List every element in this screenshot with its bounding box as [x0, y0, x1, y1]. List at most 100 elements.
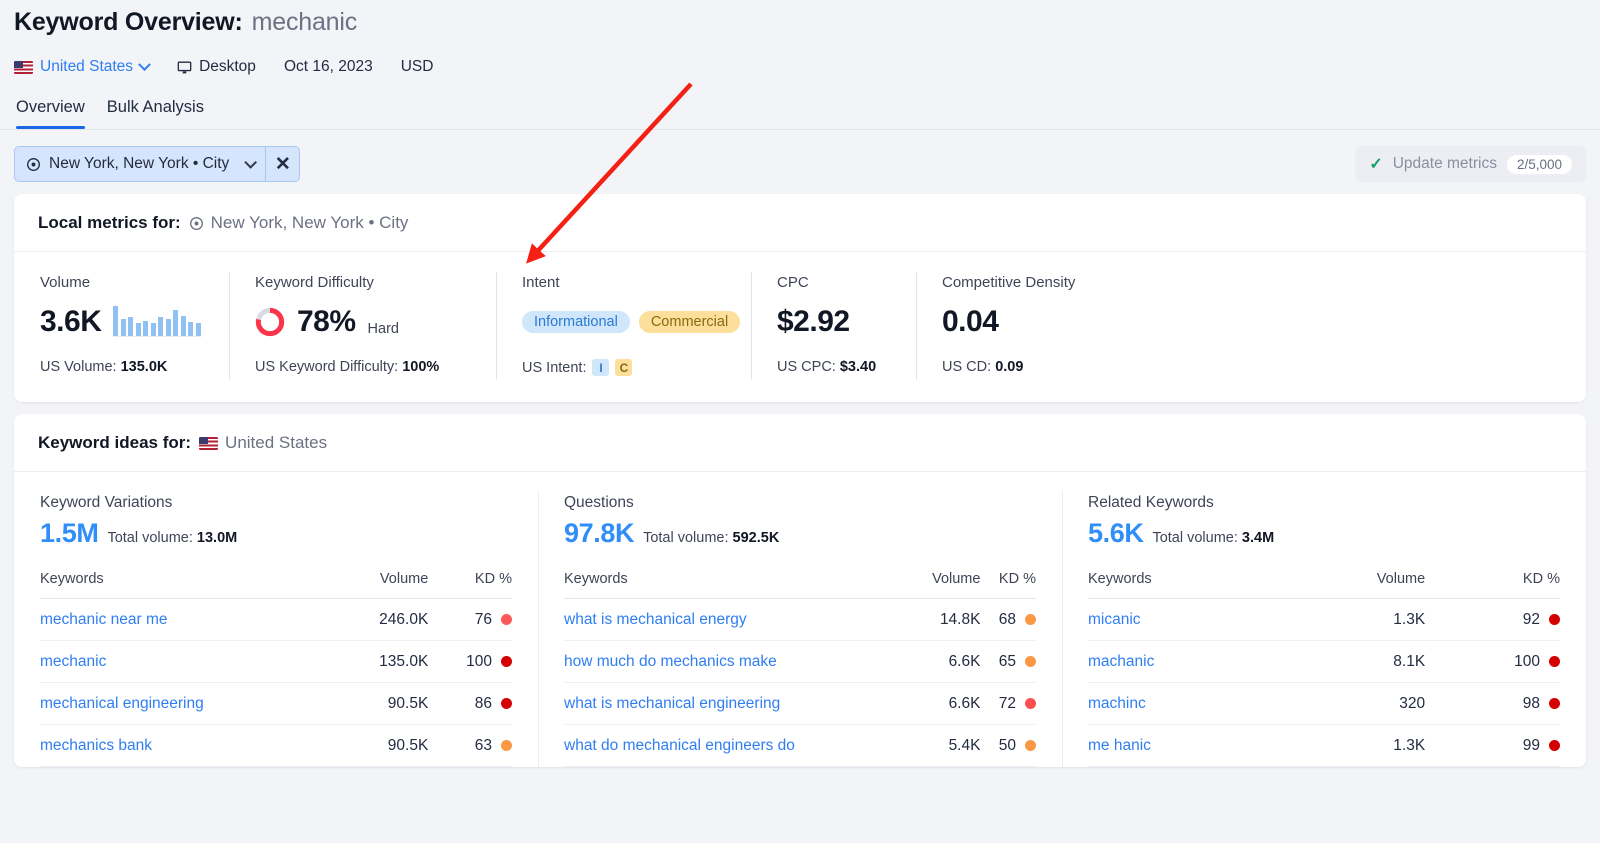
- metric-cpc-label: CPC: [777, 274, 890, 291]
- metric-intent: Intent Informational Commercial US Inten…: [496, 274, 751, 376]
- keyword-link[interactable]: me hanic: [1088, 737, 1151, 754]
- ideas-column: Related Keywords5.6KTotal volume: 3.4MKe…: [1062, 472, 1586, 767]
- kd-status-dot: [1025, 614, 1036, 625]
- local-metrics-header-value: New York, New York • City: [189, 213, 409, 233]
- column-header[interactable]: Keywords: [1088, 571, 1283, 599]
- ideas-column: Keyword Variations1.5MTotal volume: 13.0…: [14, 472, 538, 767]
- local-metrics-card: Local metrics for: New York, New York • …: [14, 194, 1586, 402]
- metric-volume-sub: US Volume: 135.0K: [40, 359, 203, 375]
- metric-cpc-sub: US CPC: $3.40: [777, 359, 890, 375]
- kd-status-dot: [1549, 656, 1560, 667]
- keyword-ideas-country: United States: [225, 433, 327, 453]
- column-header[interactable]: Volume: [339, 571, 429, 599]
- sparkline-bar: [196, 323, 201, 336]
- sparkline-bar: [166, 319, 171, 336]
- tab-bulk-analysis[interactable]: Bulk Analysis: [107, 98, 204, 129]
- currency-label: USD: [401, 58, 434, 76]
- metric-kd-value: 78%: [297, 305, 356, 339]
- keyword-cell: mechanical engineering: [40, 683, 339, 725]
- keyword-cell: mechanic: [40, 641, 339, 683]
- desktop-icon: [177, 60, 192, 75]
- metric-cpc-value: $2.92: [777, 305, 850, 339]
- check-icon: ✓: [1369, 154, 1382, 174]
- keyword-link[interactable]: mechanic near me: [40, 611, 168, 628]
- keyword-link[interactable]: what is mechanical energy: [564, 611, 747, 628]
- keyword-link[interactable]: mechanical engineering: [40, 695, 204, 712]
- metric-kd-qualifier: Hard: [368, 321, 399, 337]
- metric-volume-label: Volume: [40, 274, 203, 291]
- header-meta-row: United States Desktop Oct 16, 2023 USD: [14, 50, 1586, 84]
- local-metrics-header-label: Local metrics for:: [38, 213, 181, 233]
- tab-bar: Overview Bulk Analysis: [14, 98, 1586, 129]
- keyword-table: KeywordsVolumeKD % what is mechanical ene…: [564, 571, 1036, 767]
- kd-status-dot: [501, 614, 512, 625]
- us-intent-label: US Intent:: [522, 360, 586, 376]
- column-header[interactable]: Volume: [908, 571, 980, 599]
- ideas-column-total-row: 1.5MTotal volume: 13.0M: [40, 518, 512, 549]
- table-row: what do mechanical engineers do5.4K50: [564, 725, 1036, 767]
- metric-intent-sub: US Intent: I C: [522, 359, 725, 376]
- kd-cell: 100: [428, 641, 512, 683]
- sparkline-bar: [136, 323, 141, 336]
- volume-cell: 135.0K: [339, 641, 429, 683]
- column-header[interactable]: Volume: [1283, 571, 1425, 599]
- us-cpc-label: US CPC:: [777, 359, 836, 375]
- volume-cell: 8.1K: [1283, 641, 1425, 683]
- column-header[interactable]: KD %: [980, 571, 1036, 599]
- keyword-link[interactable]: what do mechanical engineers do: [564, 737, 795, 754]
- metric-volume-value: 3.6K: [40, 305, 101, 339]
- keyword-link[interactable]: machinc: [1088, 695, 1146, 712]
- keyword-link[interactable]: mechanic: [40, 653, 106, 670]
- table-row: machinc32098: [1088, 683, 1560, 725]
- column-header[interactable]: Keywords: [564, 571, 908, 599]
- country-label: United States: [40, 58, 133, 76]
- sparkline-bar: [113, 306, 118, 336]
- keyword-link[interactable]: machanic: [1088, 653, 1154, 670]
- kd-cell: 50: [980, 725, 1036, 767]
- ideas-column-total-row: 5.6K Total volume: 3.4M: [1088, 518, 1560, 549]
- kd-status-dot: [1025, 740, 1036, 751]
- page-header: Keyword Overview: mechanic United States…: [0, 0, 1600, 130]
- column-header[interactable]: KD %: [428, 571, 512, 599]
- metric-kd-label: Keyword Difficulty: [255, 274, 470, 291]
- intent-chip-informational[interactable]: Informational: [522, 311, 630, 333]
- keyword-cell: what is mechanical energy: [564, 599, 908, 641]
- kd-cell: 76: [428, 599, 512, 641]
- keyword-link[interactable]: how much do mechanics make: [564, 653, 777, 670]
- volume-cell: 1.3K: [1283, 725, 1425, 767]
- column-header[interactable]: Keywords: [40, 571, 339, 599]
- ideas-column-total: 5.6K: [1088, 518, 1143, 549]
- keyword-link[interactable]: micanic: [1088, 611, 1141, 628]
- ideas-column-total: 97.8K: [564, 518, 634, 549]
- ideas-column-total-volume: Total volume: 3.4M: [1152, 530, 1274, 546]
- kd-status-dot: [501, 656, 512, 667]
- volume-cell: 1.3K: [1283, 599, 1425, 641]
- country-selector[interactable]: United States: [14, 58, 149, 76]
- column-header[interactable]: KD %: [1425, 571, 1560, 599]
- filter-row: New York, New York • City ✕ ✓ Update met…: [0, 130, 1600, 182]
- intent-chip-commercial[interactable]: Commercial: [639, 311, 740, 333]
- location-filter-chip[interactable]: New York, New York • City ✕: [14, 146, 300, 182]
- metric-cd-label: Competitive Density: [942, 274, 1130, 291]
- page-title-keyword: mechanic: [252, 8, 357, 37]
- kd-cell: 72: [980, 683, 1036, 725]
- kd-status-dot: [501, 740, 512, 751]
- us-cd-value: 0.09: [995, 359, 1023, 375]
- keyword-cell: me hanic: [1088, 725, 1283, 767]
- metric-cd-sub: US CD: 0.09: [942, 359, 1130, 375]
- clear-location-button[interactable]: ✕: [265, 147, 299, 181]
- location-filter-main[interactable]: New York, New York • City: [15, 147, 265, 181]
- update-metrics-button[interactable]: ✓ Update metrics 2/5,000: [1355, 146, 1586, 182]
- page-title-label: Keyword Overview:: [14, 8, 243, 37]
- keyword-link[interactable]: what is mechanical engineering: [564, 695, 780, 712]
- us-volume-label: US Volume:: [40, 359, 117, 375]
- tab-overview[interactable]: Overview: [16, 98, 85, 129]
- keyword-ideas-header-value: United States: [199, 433, 327, 453]
- us-cd-label: US CD:: [942, 359, 991, 375]
- volume-cell: 6.6K: [908, 683, 980, 725]
- sparkline-bar: [151, 323, 156, 336]
- keyword-cell: machinc: [1088, 683, 1283, 725]
- table-header-row: KeywordsVolumeKD %: [564, 571, 1036, 599]
- keyword-link[interactable]: mechanics bank: [40, 737, 152, 754]
- sparkline-bar: [188, 322, 193, 336]
